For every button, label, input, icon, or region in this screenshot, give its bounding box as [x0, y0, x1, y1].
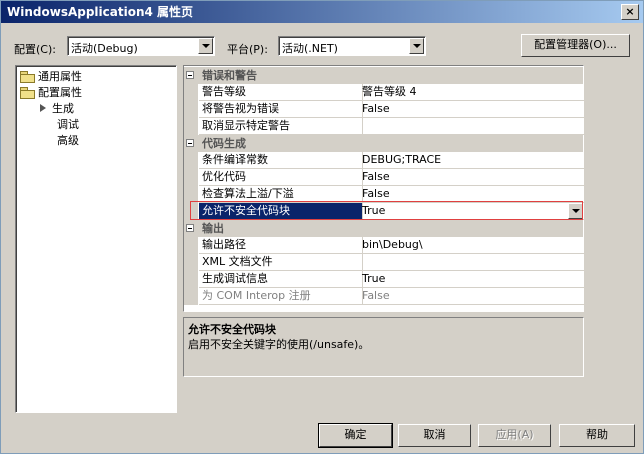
properties-window: WindowsApplication4 属性页 × 配置(C): 活动(Debu…	[0, 0, 644, 454]
category-code-generation[interactable]: 代码生成	[184, 135, 583, 152]
description-panel: 允许不安全代码块 启用不安全关键字的使用(/unsafe)。	[183, 317, 584, 377]
apply-button: 应用(A)	[478, 424, 551, 447]
property-value[interactable]	[360, 118, 584, 135]
property-row[interactable]: 生成调试信息 True	[184, 271, 584, 288]
description-text: 启用不安全关键字的使用(/unsafe)。	[188, 338, 370, 351]
description-title: 允许不安全代码块	[188, 323, 276, 336]
property-row[interactable]: 输出路径 bin\Debug\	[184, 237, 584, 254]
row-gutter	[184, 84, 198, 101]
row-gutter	[184, 169, 198, 186]
folder-open-icon	[20, 87, 35, 99]
tree-item-label: 通用属性	[38, 70, 82, 83]
property-value[interactable]: DEBUG;TRACE	[360, 152, 584, 169]
config-manager-button[interactable]: 配置管理器(O)...	[521, 34, 630, 57]
title-bar[interactable]: WindowsApplication4 属性页 ×	[1, 1, 643, 23]
property-row[interactable]: XML 文档文件	[184, 254, 584, 271]
tree-item-label: 配置属性	[38, 86, 82, 99]
row-gutter	[184, 254, 198, 271]
config-select[interactable]: 活动(Debug)	[67, 36, 215, 56]
tree-item-build[interactable]: 生成	[40, 101, 74, 117]
chevron-down-icon[interactable]	[409, 38, 424, 54]
folder-icon	[20, 71, 35, 83]
property-name: 为 COM Interop 注册	[199, 288, 363, 305]
tree-item-debug[interactable]: 调试	[57, 117, 79, 133]
tree-item-label: 调试	[57, 118, 79, 131]
property-name: 优化代码	[199, 169, 363, 186]
property-row[interactable]: 取消显示特定警告	[184, 118, 584, 135]
property-name: 警告等级	[199, 84, 363, 101]
platform-label: 平台(P):	[227, 43, 268, 56]
cancel-button-label: 取消	[423, 428, 446, 441]
property-name: 输出路径	[199, 237, 363, 254]
arrow-right-icon	[40, 104, 46, 112]
help-button-label: 帮助	[586, 428, 608, 441]
tree-item-config-properties[interactable]: 配置属性	[20, 85, 82, 101]
category-tree: 通用属性 配置属性 生成 调试 高级	[15, 65, 177, 413]
tree-item-advanced[interactable]: 高级	[57, 133, 79, 149]
property-row[interactable]: 警告等级 警告等级 4	[184, 84, 584, 101]
property-value[interactable]: 警告等级 4	[360, 84, 584, 101]
property-value[interactable]: False	[360, 101, 584, 118]
property-row[interactable]: 条件编译常数 DEBUG;TRACE	[184, 152, 584, 169]
config-manager-button-label: 配置管理器(O)...	[534, 38, 617, 51]
collapse-icon[interactable]	[186, 224, 194, 232]
property-grid: 错误和警告 警告等级 警告等级 4 将警告视为错误 False 取消显示特定警告…	[183, 65, 584, 312]
property-name: 取消显示特定警告	[199, 118, 363, 135]
close-button[interactable]: ×	[621, 4, 639, 20]
chevron-down-icon[interactable]	[198, 38, 213, 54]
category-output[interactable]: 输出	[184, 220, 583, 237]
category-errors-warnings[interactable]: 错误和警告	[184, 67, 583, 84]
ok-button[interactable]: 确定	[318, 423, 393, 448]
platform-select[interactable]: 活动(.NET)	[278, 36, 426, 56]
property-value[interactable]: True	[360, 271, 584, 288]
property-value: False	[360, 288, 584, 305]
property-value[interactable]: False	[360, 169, 584, 186]
cancel-button[interactable]: 取消	[398, 424, 471, 447]
help-button[interactable]: 帮助	[559, 424, 635, 447]
property-name: 条件编译常数	[199, 152, 363, 169]
property-row[interactable]: 将警告视为错误 False	[184, 101, 584, 118]
property-value[interactable]	[360, 254, 584, 271]
platform-select-value: 活动(.NET)	[282, 42, 338, 55]
ok-button-label: 确定	[344, 428, 367, 441]
row-gutter	[184, 118, 198, 135]
config-select-value: 活动(Debug)	[71, 42, 138, 55]
property-row-disabled: 为 COM Interop 注册 False	[184, 288, 584, 305]
row-gutter	[184, 237, 198, 254]
window-title: WindowsApplication4 属性页	[7, 5, 194, 19]
property-row[interactable]: 优化代码 False	[184, 169, 584, 186]
category-label: 代码生成	[202, 137, 246, 150]
tree-item-label: 高级	[57, 134, 79, 147]
config-label: 配置(C):	[14, 43, 56, 56]
collapse-icon[interactable]	[186, 71, 194, 79]
apply-button-label: 应用(A)	[495, 428, 534, 441]
tree-item-common-properties[interactable]: 通用属性	[20, 69, 82, 85]
property-name: 将警告视为错误	[199, 101, 363, 118]
category-label: 输出	[202, 222, 224, 235]
category-label: 错误和警告	[202, 69, 257, 82]
selection-highlight	[190, 201, 583, 220]
row-gutter	[184, 152, 198, 169]
row-gutter	[184, 271, 198, 288]
tree-item-label: 生成	[52, 102, 74, 115]
property-value[interactable]: bin\Debug\	[360, 237, 584, 254]
property-name: XML 文档文件	[199, 254, 363, 271]
collapse-icon[interactable]	[186, 139, 194, 147]
row-gutter	[184, 101, 198, 118]
row-gutter	[184, 288, 198, 305]
property-name: 生成调试信息	[199, 271, 363, 288]
